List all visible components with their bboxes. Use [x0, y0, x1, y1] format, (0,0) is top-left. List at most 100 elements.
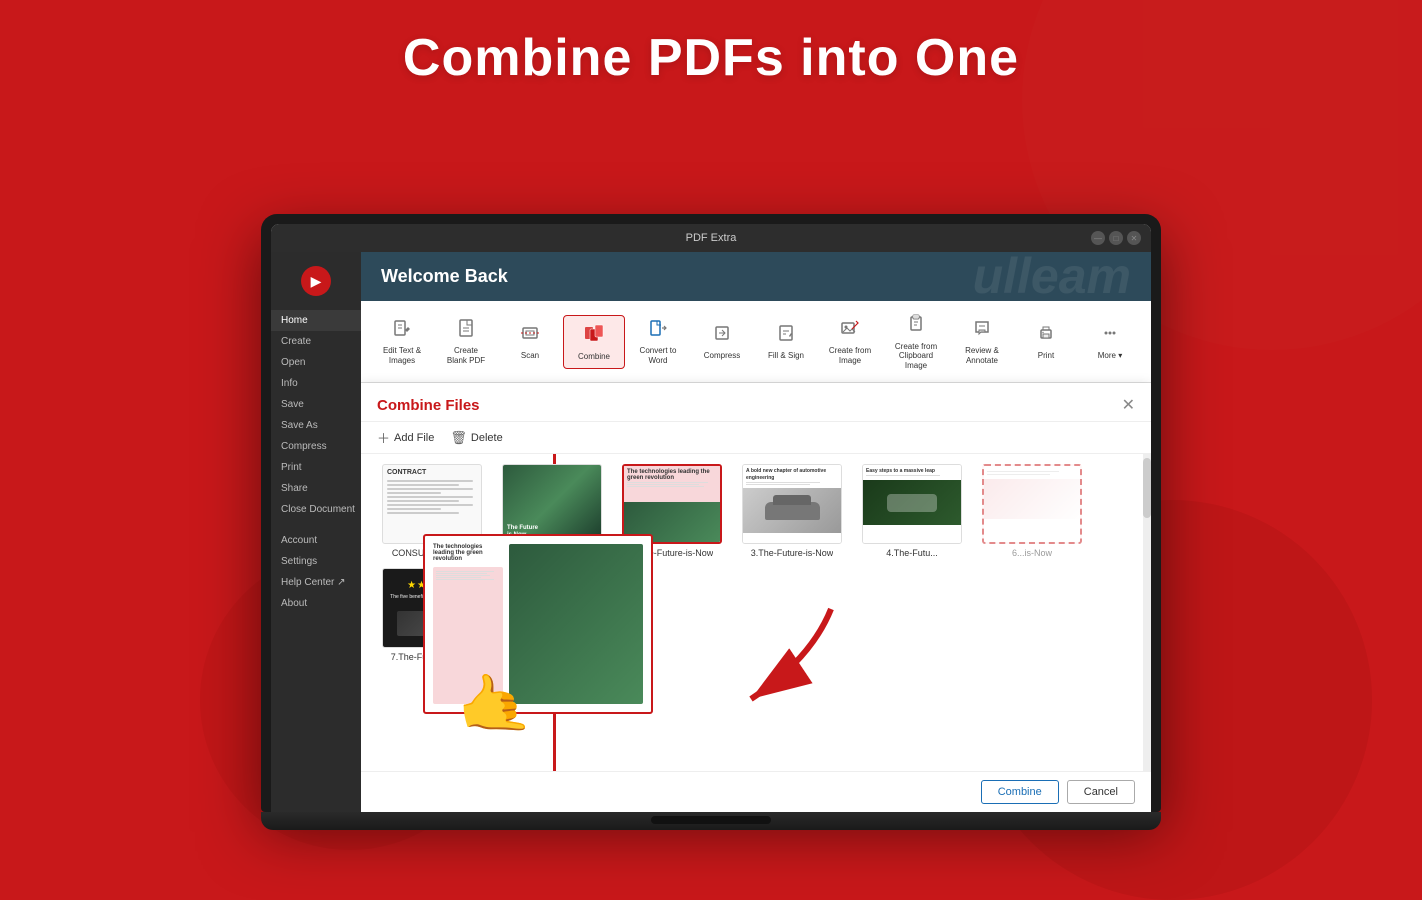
laptop-container: PDF Extra — □ ✕ ▶ Home Create Open In	[261, 214, 1161, 830]
tool-print-label: Print	[1038, 351, 1054, 361]
file-name-5: 4.The-Futu...	[886, 548, 938, 558]
tool-fillsign-btn[interactable]: Fill & Sign	[755, 317, 817, 367]
title-bar: PDF Extra — □ ✕	[271, 224, 1151, 252]
maximize-btn[interactable]: □	[1109, 231, 1123, 245]
tool-combine-label: Combine	[578, 352, 610, 362]
tool-create-image-label: Create fromImage	[829, 346, 871, 365]
tool-more-label: More ▾	[1098, 351, 1122, 361]
welcome-bar: Welcome Back ulleam	[361, 252, 1151, 301]
review-icon	[972, 318, 992, 344]
app-layout: ▶ Home Create Open Info Save Save As Com…	[271, 252, 1151, 812]
drag-arrow	[671, 599, 851, 729]
cancel-button[interactable]: Cancel	[1067, 780, 1135, 804]
tool-clipboard-btn[interactable]: Create fromClipboard Image	[883, 307, 949, 376]
file-grid: CONTRACT	[361, 454, 1143, 771]
file-thumb-5: Easy steps to a massive leap	[862, 464, 962, 544]
sidebar-item-home[interactable]: Home	[271, 310, 361, 331]
panel-footer: Combine Cancel	[361, 771, 1151, 812]
sidebar-item-info[interactable]: Info	[271, 373, 361, 394]
file-thumb-3: The technologies leading the green revol…	[622, 464, 722, 544]
panel-title: Combine Files	[377, 397, 480, 414]
sidebar-item-saveas[interactable]: Save As	[271, 415, 361, 436]
file-thumb-6	[982, 464, 1082, 544]
convert-icon	[648, 318, 668, 344]
create-image-icon	[840, 318, 860, 344]
panel-header: Combine Files ✕	[361, 383, 1151, 422]
tool-convert-btn[interactable]: Convert toWord	[627, 312, 689, 372]
doc-preview-1: CONTRACT	[383, 465, 481, 543]
welcome-text: Welcome Back	[381, 266, 508, 286]
sidebar-item-help[interactable]: Help Center ↗	[271, 572, 361, 593]
combine-panel: Combine Files ✕ ＋ Add File 🗑 Delete	[361, 383, 1151, 812]
tool-more-btn[interactable]: More ▾	[1079, 317, 1141, 367]
app-title: PDF Extra	[686, 232, 737, 244]
sidebar-item-share[interactable]: Share	[271, 478, 361, 499]
sidebar-item-close[interactable]: Close Document	[271, 499, 361, 520]
file-card-6[interactable]: 6...is-Now	[977, 464, 1087, 558]
laptop-base	[261, 812, 1161, 830]
panel-close-btn[interactable]: ✕	[1122, 395, 1135, 415]
expanded-drag-preview: The technologies leading the green revol…	[423, 534, 653, 714]
file-name-6: 6...is-Now	[1012, 548, 1052, 558]
logo-icon: ▶	[311, 273, 322, 290]
more-icon	[1100, 323, 1120, 349]
add-file-btn[interactable]: ＋ Add File	[377, 428, 434, 447]
compress-icon	[712, 323, 732, 349]
combine-icon	[583, 322, 605, 350]
add-file-label: Add File	[394, 432, 434, 444]
sidebar-item-save[interactable]: Save	[271, 394, 361, 415]
headline: Combine PDFs into One	[0, 28, 1422, 88]
scrollbar-thumb[interactable]	[1143, 458, 1151, 518]
sidebar-item-about[interactable]: About	[271, 593, 361, 614]
tool-clipboard-label: Create fromClipboard Image	[891, 342, 941, 371]
clipboard-icon	[906, 313, 926, 339]
tool-blank-btn[interactable]: CreateBlank PDF	[435, 312, 497, 372]
tool-edit-btn[interactable]: Edit Text &Images	[371, 312, 433, 372]
tool-create-image-btn[interactable]: Create fromImage	[819, 312, 881, 372]
tool-review-label: Review &Annotate	[965, 346, 999, 365]
sidebar-item-print[interactable]: Print	[271, 457, 361, 478]
combine-button[interactable]: Combine	[981, 780, 1059, 804]
panel-toolbar: ＋ Add File 🗑 Delete	[361, 422, 1151, 454]
sidebar: ▶ Home Create Open Info Save Save As Com…	[271, 252, 361, 812]
grid-scrollbar[interactable]	[1143, 454, 1151, 771]
close-btn[interactable]: ✕	[1127, 231, 1141, 245]
green-preview-2: The Futureis Now	[503, 465, 601, 543]
sidebar-item-open[interactable]: Open	[271, 352, 361, 373]
window-controls: — □ ✕	[1091, 231, 1141, 245]
tool-combine-btn[interactable]: Combine	[563, 315, 625, 369]
tool-blank-label: CreateBlank PDF	[447, 346, 485, 365]
tool-convert-label: Convert toWord	[640, 346, 677, 365]
delete-btn[interactable]: 🗑 Delete	[450, 428, 502, 447]
file-thumb-4: A bold new chapter of automotive enginee…	[742, 464, 842, 544]
file-name-4: 3.The-Future-is-Now	[751, 548, 834, 558]
sidebar-item-settings[interactable]: Settings	[271, 551, 361, 572]
main-area: Welcome Back ulleam Edit Text &Images	[361, 252, 1151, 812]
file-thumb-2: The Futureis Now	[502, 464, 602, 544]
laptop-screen: PDF Extra — □ ✕ ▶ Home Create Open In	[261, 214, 1161, 812]
tool-scan-btn[interactable]: Scan	[499, 317, 561, 367]
delete-icon: 🗑	[450, 430, 467, 446]
file-card-4[interactable]: A bold new chapter of automotive enginee…	[737, 464, 847, 558]
screen-content: PDF Extra — □ ✕ ▶ Home Create Open In	[271, 224, 1151, 812]
sidebar-item-create[interactable]: Create	[271, 331, 361, 352]
tool-review-btn[interactable]: Review &Annotate	[951, 312, 1013, 372]
welcome-watermark: ulleam	[973, 252, 1131, 301]
tool-compress-btn[interactable]: Compress	[691, 317, 753, 367]
tool-scan-label: Scan	[521, 351, 539, 361]
main-toolbar: Edit Text &Images CreateBlank PDF	[361, 301, 1151, 383]
minimize-btn[interactable]: —	[1091, 231, 1105, 245]
fillsign-icon	[776, 323, 796, 349]
add-file-icon: ＋	[377, 428, 390, 447]
tool-fillsign-label: Fill & Sign	[768, 351, 804, 361]
file-card-5[interactable]: Easy steps to a massive leap	[857, 464, 967, 558]
sidebar-item-account[interactable]: Account	[271, 530, 361, 551]
file-thumb-1: CONTRACT	[382, 464, 482, 544]
tool-print-btn[interactable]: Print	[1015, 317, 1077, 367]
sidebar-item-compress[interactable]: Compress	[271, 436, 361, 457]
edit-icon	[392, 318, 412, 344]
tool-compress-label: Compress	[704, 351, 740, 361]
tool-edit-label: Edit Text &Images	[383, 346, 421, 365]
file-grid-scroll: CONTRACT	[361, 454, 1151, 771]
sidebar-logo: ▶	[301, 266, 331, 296]
